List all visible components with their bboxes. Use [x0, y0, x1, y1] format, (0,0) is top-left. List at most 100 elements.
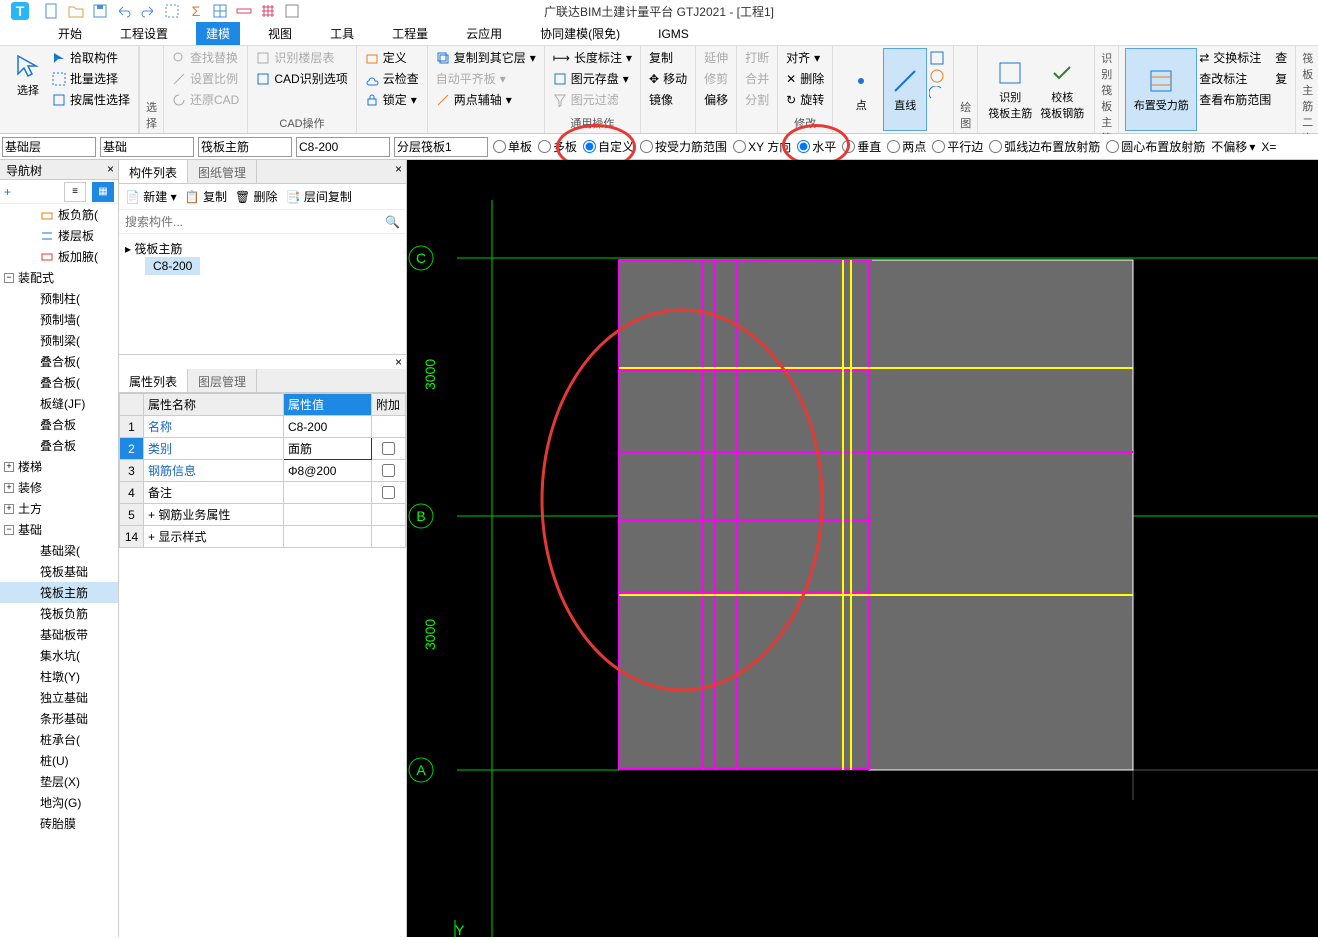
copy-to-floor[interactable]: 复制到其它层 ▾ [434, 48, 538, 67]
search-input[interactable] [125, 215, 385, 229]
define-btn[interactable]: 定义 [363, 48, 421, 67]
tree-cat: + 楼梯 [0, 456, 118, 477]
copy-component[interactable]: 📋 复制 [185, 188, 227, 205]
undo-icon[interactable] [116, 3, 132, 19]
search-icon[interactable]: 🔍 [385, 215, 400, 229]
view-list-icon[interactable]: ≡ [64, 182, 86, 202]
opt-horizontal[interactable]: 水平 [797, 138, 836, 155]
svg-text:Y: Y [455, 922, 465, 937]
close-icon[interactable]: × [395, 355, 402, 369]
batch-select[interactable]: 批量选择 [50, 69, 132, 88]
tab-cloud[interactable]: 云应用 [456, 22, 512, 45]
swap-label[interactable]: ⇄ 交换标注 [1197, 48, 1273, 67]
cloud-check[interactable]: 云检查 [363, 69, 421, 88]
tab-igms[interactable]: IGMS [648, 24, 699, 44]
tree-item: 预制柱( [0, 288, 118, 309]
save-elements[interactable]: 图元存盘 ▾ [551, 69, 634, 88]
component-select[interactable]: C8-200 [296, 137, 390, 157]
pick-component[interactable]: 拾取构件 [50, 48, 132, 67]
tab-layers[interactable]: 图层管理 [188, 369, 257, 392]
tab-view[interactable]: 视图 [258, 22, 302, 45]
prop-check[interactable] [382, 442, 395, 455]
recognize-raft-rebar[interactable]: 识别 筏板主筋 [984, 48, 1036, 131]
select-by-prop[interactable]: 按属性选择 [50, 90, 132, 109]
view-range[interactable]: 查看布筋范围 [1197, 90, 1273, 109]
two-point-axis[interactable]: 两点辅轴 ▾ [434, 90, 538, 109]
save-icon[interactable] [92, 3, 108, 19]
svg-text:Σ: Σ [192, 3, 201, 19]
move-btn[interactable]: ✥ 移动 [647, 69, 689, 88]
open-icon[interactable] [68, 3, 84, 19]
tab-qty[interactable]: 工程量 [382, 22, 438, 45]
table-icon[interactable] [212, 3, 228, 19]
view-grid-icon[interactable]: ▦ [92, 182, 114, 202]
opt-custom[interactable]: 自定义 [583, 138, 634, 155]
layer-copy[interactable]: 📑 层间复制 [286, 188, 352, 205]
settings-icon[interactable] [284, 3, 300, 19]
delete-component[interactable]: 🗑 删除 [235, 188, 278, 205]
component-list[interactable]: ▸ 筏板主筋 C8-200 [119, 234, 406, 354]
common-group-label: 通用操作 [551, 113, 634, 131]
layer-select[interactable]: 分层筏板1 [394, 137, 488, 157]
opt-twopoint[interactable]: 两点 [887, 138, 926, 155]
line-tool[interactable]: 直线 [883, 48, 927, 131]
modify-label[interactable]: 查改标注 [1197, 69, 1273, 88]
new-icon[interactable] [44, 3, 60, 19]
tree-item: 柱墩(Y) [0, 666, 118, 687]
tab-collab[interactable]: 协同建模(限免) [530, 22, 630, 45]
copy-btn[interactable]: 复制 [647, 48, 689, 67]
opt-parallel[interactable]: 平行边 [932, 138, 983, 155]
opt-multi[interactable]: 多板 [538, 138, 577, 155]
tab-start[interactable]: 开始 [48, 22, 92, 45]
close-icon[interactable]: × [395, 162, 402, 176]
delete-btn[interactable]: ✕ 删除 [784, 69, 826, 88]
tab-model[interactable]: 建模 [196, 22, 240, 45]
category-select[interactable]: 基础 [100, 137, 194, 157]
opt-no-offset[interactable]: 不偏移 ▾ [1211, 138, 1255, 155]
new-component[interactable]: 📄 新建 ▾ [125, 188, 177, 205]
tab-settings[interactable]: 工程设置 [110, 22, 178, 45]
type-select[interactable]: 筏板主筋 [198, 137, 292, 157]
opt-single[interactable]: 单板 [493, 138, 532, 155]
circle-icon[interactable] [929, 68, 945, 84]
property-table[interactable]: 属性名称属性值附加 1名称C8-200 2类别面筋 3钢筋信息Φ8@200 4备… [119, 393, 406, 548]
tree-item: 预制梁( [0, 330, 118, 351]
opt-arc-radial[interactable]: 弧线边布置放射筋 [989, 138, 1100, 155]
check-raft-rebar[interactable]: 校核 筏板钢筋 [1036, 48, 1088, 131]
opt-xy[interactable]: XY 方向 [733, 138, 791, 155]
opt-by-range[interactable]: 按受力筋范围 [640, 138, 727, 155]
region-icon[interactable] [164, 3, 180, 19]
rect-icon[interactable] [929, 50, 945, 66]
svg-text:3000: 3000 [422, 359, 438, 390]
opt-vertical[interactable]: 垂直 [842, 138, 881, 155]
sum-icon[interactable]: Σ [188, 3, 204, 19]
tab-properties[interactable]: 属性列表 [119, 369, 188, 392]
lock-btn[interactable]: 锁定 ▾ [363, 90, 421, 109]
mirror-btn[interactable]: 镜像 [647, 90, 689, 109]
grid-icon[interactable] [260, 3, 276, 19]
length-dim[interactable]: ⟼长度标注 ▾ [551, 48, 634, 67]
floor-select[interactable]: 基础层 [2, 137, 96, 157]
prop-check[interactable] [382, 486, 395, 499]
offset-btn[interactable]: 偏移 [702, 90, 730, 109]
ruler-icon[interactable] [236, 3, 252, 19]
arc-icon[interactable] [929, 86, 945, 102]
tab-drawing-mgr[interactable]: 图纸管理 [188, 160, 257, 183]
tab-component-list[interactable]: 构件列表 [119, 160, 188, 183]
place-rebar-btn[interactable]: 布置受力筋 [1125, 48, 1197, 131]
redo-icon[interactable] [140, 3, 156, 19]
tab-tool[interactable]: 工具 [320, 22, 364, 45]
nav-tree[interactable]: 板负筋( 楼层板 板加腋( − 装配式 预制柱( 预制墙( 预制梁( 叠合板( … [0, 204, 118, 937]
rotate-btn[interactable]: ↻ 旋转 [784, 90, 826, 109]
drawing-canvas[interactable]: C B A 3000 3000 [407, 160, 1318, 937]
more-2[interactable]: 复 [1273, 69, 1289, 88]
add-icon[interactable]: + [4, 185, 11, 199]
point-tool[interactable]: 点 [839, 48, 883, 131]
opt-center-radial[interactable]: 圆心布置放射筋 [1106, 138, 1205, 155]
close-icon[interactable]: × [107, 162, 114, 176]
cad-options[interactable]: CAD识别选项 [254, 69, 349, 88]
prop-check[interactable] [382, 464, 395, 477]
select-button[interactable]: 选择 [6, 48, 50, 102]
align-btn[interactable]: 对齐 ▾ [784, 48, 826, 67]
more-1[interactable]: 查 [1273, 48, 1289, 67]
